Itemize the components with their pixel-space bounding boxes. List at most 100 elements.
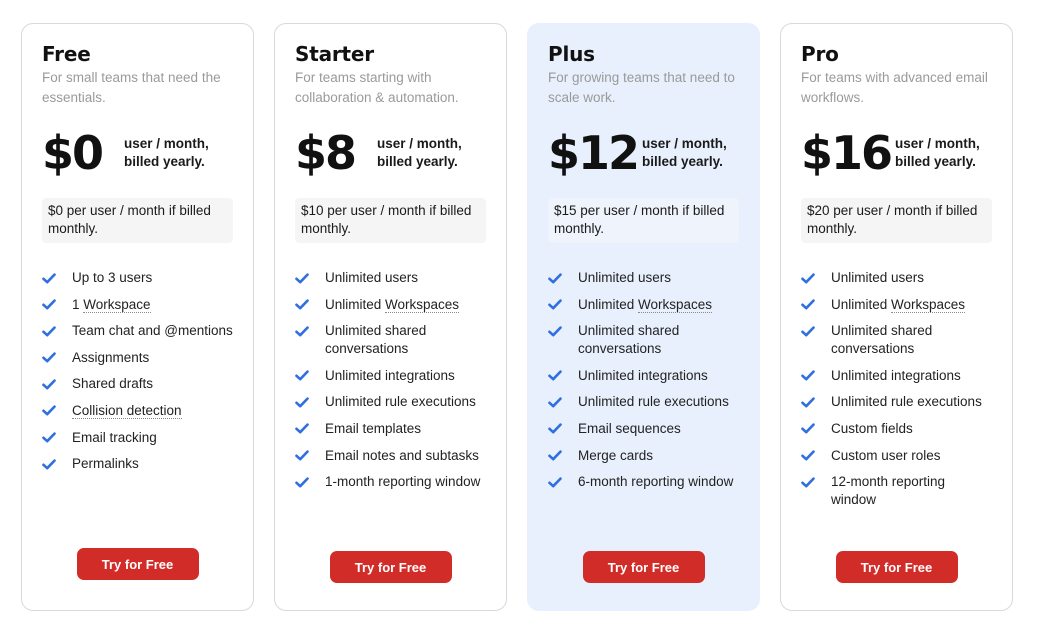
feature-text: Unlimited Workspaces bbox=[578, 296, 713, 314]
feature-text: Unlimited integrations bbox=[578, 367, 708, 385]
plan-description: For small teams that need the essentials… bbox=[42, 70, 221, 105]
price-unit: user / month, billed yearly. bbox=[895, 135, 980, 171]
check-icon bbox=[548, 269, 562, 287]
feature-text: Assignments bbox=[72, 349, 149, 367]
check-icon bbox=[801, 296, 815, 314]
feature-item: Assignments bbox=[42, 349, 233, 367]
try-for-free-button[interactable]: Try for Free bbox=[835, 551, 958, 583]
price-unit: user / month, billed yearly. bbox=[377, 135, 462, 171]
plan-description: For teams with advanced email workflows. bbox=[801, 70, 988, 105]
feature-text: 12-month reporting window bbox=[831, 473, 992, 509]
feature-tooltip-term[interactable]: Workspace bbox=[83, 296, 151, 313]
check-icon bbox=[801, 393, 815, 411]
check-icon bbox=[801, 473, 815, 491]
monthly-price-note: $0 per user / month if billed monthly. bbox=[42, 198, 233, 243]
feature-label: Unlimited rule executions bbox=[831, 394, 982, 410]
price-unit: user / month, billed yearly. bbox=[124, 135, 209, 171]
feature-label: Email templates bbox=[325, 420, 422, 436]
plan-price: $8 bbox=[295, 126, 357, 180]
feature-text: Unlimited shared conversations bbox=[831, 322, 992, 358]
check-icon bbox=[295, 420, 309, 438]
price-unit-line1: user / month, bbox=[895, 136, 980, 151]
plan-price: $16 bbox=[801, 126, 893, 180]
check-icon bbox=[42, 455, 56, 473]
feature-text: Permalinks bbox=[72, 455, 139, 473]
feature-item: Merge cards bbox=[548, 447, 739, 465]
feature-text: Email sequences bbox=[578, 420, 681, 438]
plan-card-plus: Plus For growing teams that need to scal… bbox=[527, 23, 760, 611]
feature-text: Collision detection bbox=[72, 402, 182, 420]
price-unit-line2: billed yearly. bbox=[377, 154, 458, 169]
feature-item: Unlimited Workspaces bbox=[295, 296, 486, 314]
try-for-free-button[interactable]: Try for Free bbox=[76, 548, 199, 580]
check-icon bbox=[295, 447, 309, 465]
feature-text: Unlimited users bbox=[578, 269, 671, 287]
feature-text: Unlimited shared conversations bbox=[578, 322, 739, 358]
monthly-price-note: $15 per user / month if billed monthly. bbox=[548, 198, 739, 243]
try-for-free-button[interactable]: Try for Free bbox=[329, 551, 452, 583]
feature-label: Unlimited users bbox=[831, 270, 925, 285]
price-row: $12 user / month, billed yearly. bbox=[548, 123, 739, 183]
feature-label: Unlimited rule executions bbox=[578, 394, 729, 410]
feature-text: Merge cards bbox=[578, 447, 653, 465]
feature-item: 12-month reporting window bbox=[801, 473, 992, 509]
check-icon bbox=[42, 296, 56, 314]
feature-item: 1 Workspace bbox=[42, 296, 233, 314]
feature-text: Unlimited rule executions bbox=[831, 393, 982, 411]
feature-label: Unlimited bbox=[578, 296, 639, 312]
price-unit-line2: billed yearly. bbox=[124, 154, 205, 169]
feature-text: Unlimited users bbox=[325, 269, 418, 287]
feature-label: Custom user roles bbox=[831, 447, 941, 463]
feature-label: Unlimited users bbox=[325, 270, 419, 285]
feature-text: Unlimited Workspaces bbox=[325, 296, 460, 314]
feature-label: Email tracking bbox=[72, 429, 157, 445]
check-icon bbox=[42, 375, 56, 393]
plan-name: Plus bbox=[548, 42, 595, 66]
feature-tooltip-term[interactable]: Collision detection bbox=[72, 402, 182, 419]
feature-item: Team chat and @mentions bbox=[42, 322, 233, 340]
feature-tooltip-term[interactable]: Workspaces bbox=[385, 296, 460, 313]
feature-label: Unlimited shared conversations bbox=[578, 323, 680, 357]
try-for-free-button[interactable]: Try for Free bbox=[582, 551, 705, 583]
check-icon bbox=[42, 349, 56, 367]
feature-label: Unlimited integrations bbox=[325, 367, 455, 383]
feature-item: Custom fields bbox=[801, 420, 992, 438]
price-unit-line2: billed yearly. bbox=[642, 154, 723, 169]
plan-price: $12 bbox=[548, 126, 640, 180]
feature-item: Unlimited integrations bbox=[548, 367, 739, 385]
price-unit-line1: user / month, bbox=[377, 136, 462, 151]
feature-tooltip-term[interactable]: Workspaces bbox=[891, 296, 966, 313]
feature-text: Email tracking bbox=[72, 429, 157, 447]
feature-item: Email tracking bbox=[42, 429, 233, 447]
plan-card-starter: Starter For teams starting with collabor… bbox=[274, 23, 507, 611]
feature-item: Unlimited Workspaces bbox=[801, 296, 992, 314]
feature-label: Email notes and subtasks bbox=[325, 447, 479, 463]
feature-label: 1-month reporting window bbox=[325, 474, 481, 490]
feature-item: Email notes and subtasks bbox=[295, 447, 486, 465]
feature-list: Unlimited users Unlimited Workspaces Unlim… bbox=[548, 269, 739, 491]
check-icon bbox=[801, 269, 815, 287]
feature-text: Email notes and subtasks bbox=[325, 447, 479, 465]
feature-item: Unlimited Workspaces bbox=[548, 296, 739, 314]
feature-label: Shared drafts bbox=[72, 376, 154, 392]
feature-label: Team chat and @mentions bbox=[72, 323, 233, 339]
check-icon bbox=[42, 322, 56, 340]
check-icon bbox=[801, 322, 815, 340]
check-icon bbox=[295, 367, 309, 385]
feature-text: Email templates bbox=[325, 420, 421, 438]
feature-label: Email sequences bbox=[578, 420, 681, 436]
plan-name: Starter bbox=[295, 42, 374, 66]
check-icon bbox=[295, 296, 309, 314]
feature-list: Unlimited users Unlimited Workspaces Unlim… bbox=[801, 269, 992, 509]
feature-item: Unlimited integrations bbox=[295, 367, 486, 385]
feature-label: Assignments bbox=[72, 349, 150, 365]
feature-list: Up to 3 users 1 Workspace Team chat and @m… bbox=[42, 269, 233, 473]
feature-item: Unlimited integrations bbox=[801, 367, 992, 385]
feature-item: Unlimited users bbox=[295, 269, 486, 287]
feature-label: Unlimited bbox=[325, 296, 386, 312]
feature-item: 6-month reporting window bbox=[548, 473, 739, 491]
price-row: $0 user / month, billed yearly. bbox=[42, 123, 233, 183]
feature-item: Unlimited shared conversations bbox=[801, 322, 992, 358]
feature-tooltip-term[interactable]: Workspaces bbox=[638, 296, 713, 313]
check-icon bbox=[295, 322, 309, 340]
